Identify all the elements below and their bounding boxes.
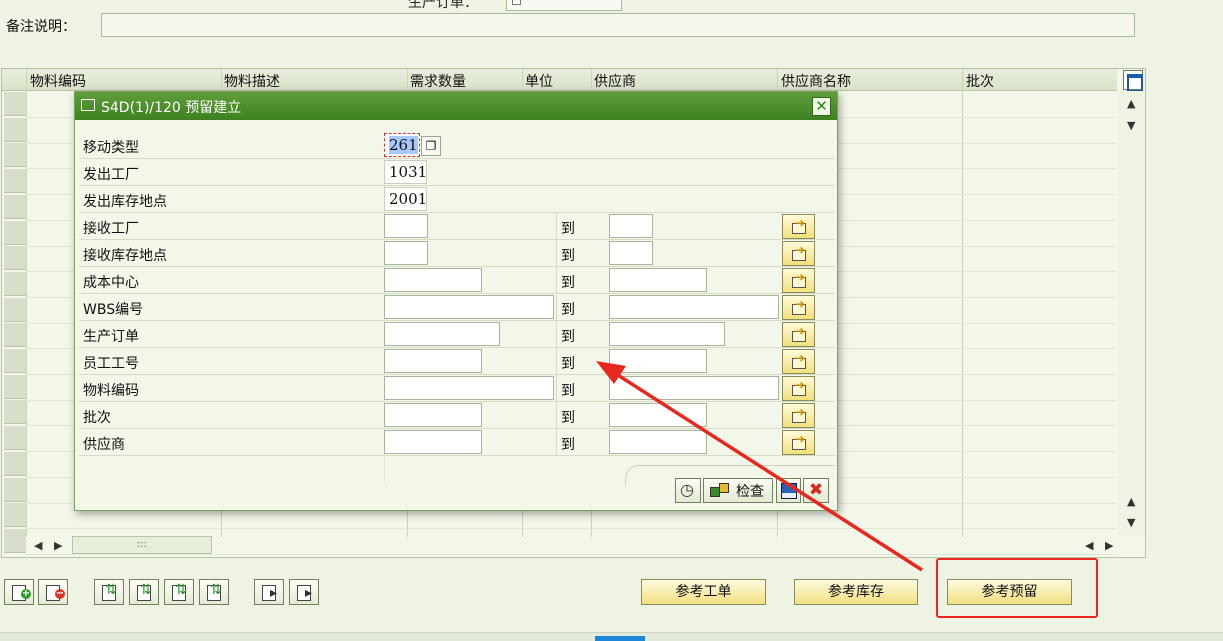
status-bar-indicator [595, 636, 645, 641]
annotation-arrow [596, 361, 923, 572]
